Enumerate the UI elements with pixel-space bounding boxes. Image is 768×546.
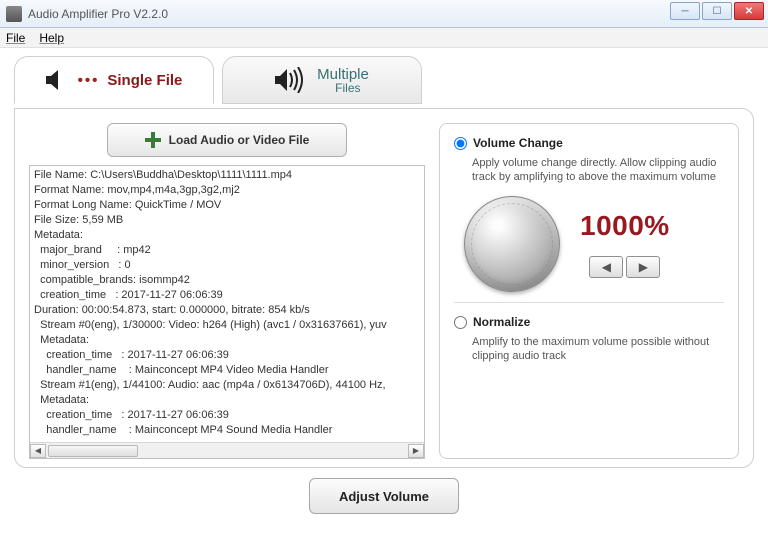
adjust-volume-button[interactable]: Adjust Volume: [309, 478, 459, 514]
info-line: Metadata:: [34, 228, 420, 243]
minimize-button[interactable]: ─: [670, 2, 700, 20]
menu-file[interactable]: File: [6, 31, 25, 45]
option-volume-change[interactable]: Volume Change: [454, 136, 724, 150]
info-line: creation_time : 2017-11-27 06:06:39: [34, 288, 420, 303]
dial-area: 1000% ◀ ▶: [464, 196, 724, 292]
close-button[interactable]: ✕: [734, 2, 764, 20]
radio-volume-change[interactable]: [454, 137, 467, 150]
maximize-button[interactable]: ☐: [702, 2, 732, 20]
scroll-right-icon[interactable]: ▶: [408, 444, 424, 458]
info-line: Metadata:: [34, 333, 420, 348]
tab-single-label: Single File: [107, 72, 182, 89]
dots-icon: •••: [78, 72, 100, 89]
content: ••• Single File Multiple Files Load: [0, 48, 768, 520]
main-panel: Load Audio or Video File File Name: C:\U…: [14, 108, 754, 468]
info-line: File Size: 5,59 MB: [34, 213, 420, 228]
adjust-row: Adjust Volume: [14, 478, 754, 514]
tabs: ••• Single File Multiple Files: [14, 56, 754, 108]
info-line: Metadata:: [34, 393, 420, 408]
tab-single-file[interactable]: ••• Single File: [14, 56, 214, 104]
menubar: File Help: [0, 28, 768, 48]
volume-change-title: Volume Change: [473, 136, 563, 150]
load-file-button[interactable]: Load Audio or Video File: [107, 123, 347, 157]
volume-dial[interactable]: [464, 196, 560, 292]
info-line: major_brand : mp42: [34, 243, 420, 258]
info-line: Stream #0(eng), 1/30000: Video: h264 (Hi…: [34, 318, 420, 333]
info-line: Stream #1(eng), 1/44100: Audio: aac (mp4…: [34, 378, 420, 393]
left-panel: Load Audio or Video File File Name: C:\U…: [29, 123, 425, 459]
increase-button[interactable]: ▶: [626, 256, 660, 278]
normalize-desc: Amplify to the maximum volume possible w…: [472, 335, 724, 363]
horizontal-scrollbar[interactable]: ◀ ▶: [30, 442, 424, 458]
file-info-box: File Name: C:\Users\Buddha\Desktop\1111\…: [29, 165, 425, 459]
plus-icon: [145, 132, 161, 148]
info-line: handler_name : Mainconcept MP4 Video Med…: [34, 363, 420, 378]
tab-multiple-label: Multiple Files: [317, 66, 369, 95]
window-title: Audio Amplifier Pro V2.2.0: [28, 7, 168, 21]
speaker-low-icon: [46, 69, 72, 91]
app-icon: [6, 6, 22, 22]
separator: [454, 302, 724, 303]
info-line: creation_time : 2017-11-27 06:06:39: [34, 348, 420, 363]
normalize-title: Normalize: [473, 315, 530, 329]
decrease-button[interactable]: ◀: [589, 256, 623, 278]
info-line: compatible_brands: isommp42: [34, 273, 420, 288]
info-line: minor_version : 0: [34, 258, 420, 273]
info-line: File Name: C:\Users\Buddha\Desktop\1111\…: [34, 168, 420, 183]
info-line: Format Long Name: QuickTime / MOV: [34, 198, 420, 213]
menu-help[interactable]: Help: [39, 31, 64, 45]
info-line: creation_time : 2017-11-27 06:06:39: [34, 408, 420, 423]
scroll-thumb[interactable]: [48, 445, 138, 457]
volume-change-desc: Apply volume change directly. Allow clip…: [472, 156, 724, 184]
speaker-loud-icon: [275, 67, 309, 93]
info-line: Format Name: mov,mp4,m4a,3gp,3g2,mj2: [34, 183, 420, 198]
scroll-left-icon[interactable]: ◀: [30, 444, 46, 458]
load-file-label: Load Audio or Video File: [169, 133, 310, 147]
titlebar: Audio Amplifier Pro V2.2.0 ─ ☐ ✕: [0, 0, 768, 28]
info-line: Duration: 00:00:54.873, start: 0.000000,…: [34, 303, 420, 318]
window-controls: ─ ☐ ✕: [670, 2, 764, 20]
info-line: handler_name : Mainconcept MP4 Sound Med…: [34, 423, 420, 438]
volume-percent: 1000%: [580, 210, 670, 242]
tab-multiple-files[interactable]: Multiple Files: [222, 56, 422, 104]
option-normalize[interactable]: Normalize: [454, 315, 724, 329]
radio-normalize[interactable]: [454, 316, 467, 329]
right-panel: Volume Change Apply volume change direct…: [439, 123, 739, 459]
percent-block: 1000% ◀ ▶: [580, 210, 670, 278]
